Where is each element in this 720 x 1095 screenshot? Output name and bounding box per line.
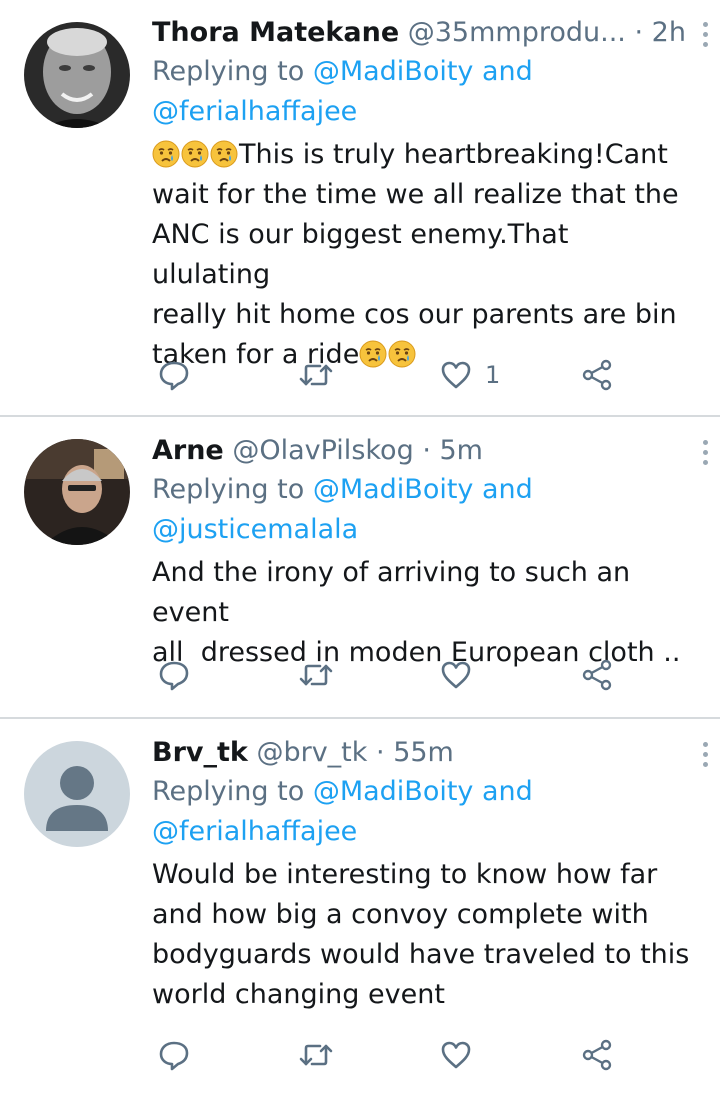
reply-button[interactable] (157, 1038, 191, 1072)
tweet-text-line: And the irony of arriving to such an eve… (152, 557, 631, 628)
tweet-text: This is truly heartbreaking!Cant wait fo… (152, 135, 690, 375)
tweet-header: Thora Matekane @35mmprodu... · 2h (152, 14, 690, 52)
separator-dot: · (422, 435, 431, 466)
retweet-icon (298, 1038, 334, 1072)
crying-face-emoji (181, 140, 209, 168)
crying-face-emoji (210, 140, 238, 168)
timestamp[interactable]: 55m (393, 737, 454, 768)
share-button[interactable] (580, 358, 614, 392)
replying-prefix: Replying to (152, 56, 313, 87)
tweet-text-line: bodyguards would have traveled to this (152, 939, 690, 970)
tweet-text-line: This is truly heartbreaking!Cant (239, 139, 668, 170)
crying-face-emoji (152, 140, 180, 168)
tweet-text: And the irony of arriving to such an eve… (152, 553, 690, 673)
replying-to: Replying to @MadiBoity and @justicemalal… (152, 470, 690, 550)
timestamp[interactable]: 5m (440, 435, 483, 466)
user-handle[interactable]: @brv_tk (256, 737, 367, 768)
like-button[interactable] (439, 658, 473, 692)
tweet-header: Brv_tk @brv_tk · 55m (152, 734, 690, 772)
tweet-actions (157, 658, 617, 692)
replying-and[interactable]: and (473, 776, 533, 807)
avatar[interactable] (24, 439, 130, 545)
reply-icon (157, 658, 191, 692)
reply-button[interactable] (157, 358, 191, 392)
mention-link[interactable]: @MadiBoity (313, 776, 474, 807)
tweet-text-line: Would be interesting to know how far (152, 859, 658, 890)
tweet-text: Would be interesting to know how far and… (152, 855, 690, 1015)
share-button[interactable] (580, 658, 614, 692)
display-name[interactable]: Brv_tk (152, 737, 248, 768)
share-button[interactable] (580, 1038, 614, 1072)
mention-link[interactable]: @MadiBoity (313, 474, 474, 505)
more-icon[interactable] (698, 440, 712, 470)
like-icon (439, 1038, 473, 1072)
tweet-body: Arne @OlavPilskog · 5m Replying to @Madi… (152, 432, 708, 673)
timestamp[interactable]: 2h (652, 17, 686, 48)
tweet-text-line: wait for the time we all realize that th… (152, 179, 679, 210)
retweet-icon (298, 658, 334, 692)
mention-link[interactable]: @justicemalala (152, 514, 358, 545)
replying-to: Replying to @MadiBoity and @ferialhaffaj… (152, 772, 690, 852)
like-icon (439, 358, 473, 392)
user-handle[interactable]: @35mmprodu... (408, 17, 626, 48)
reply-button[interactable] (157, 658, 191, 692)
tweet-thora-matekane[interactable]: Thora Matekane @35mmprodu... · 2h Replyi… (0, 0, 720, 415)
retweet-icon (298, 358, 334, 392)
replying-prefix: Replying to (152, 776, 313, 807)
share-icon (580, 358, 614, 392)
replying-and[interactable]: and (473, 56, 533, 87)
tweet-actions (157, 1038, 617, 1072)
tweet-text-line: ANC is our biggest enemy.That ululating (152, 219, 569, 290)
mention-link[interactable]: @ferialhaffajee (152, 96, 357, 127)
reply-icon (157, 358, 191, 392)
share-icon (580, 658, 614, 692)
like-icon (439, 658, 473, 692)
share-icon (580, 1038, 614, 1072)
tweet-text-line: and how big a convoy complete with (152, 899, 649, 930)
mention-link[interactable]: @MadiBoity (313, 56, 474, 87)
tweet-body: Thora Matekane @35mmprodu... · 2h Replyi… (152, 14, 708, 375)
like-button[interactable]: 1 (439, 358, 500, 392)
like-button[interactable] (439, 1038, 473, 1072)
replying-and[interactable]: and (473, 474, 533, 505)
avatar[interactable] (24, 741, 130, 847)
more-icon[interactable] (698, 742, 712, 772)
retweet-button[interactable] (298, 658, 334, 692)
user-handle[interactable]: @OlavPilskog (232, 435, 413, 466)
avatar[interactable] (24, 22, 130, 128)
display-name[interactable]: Thora Matekane (152, 17, 399, 48)
like-count: 1 (485, 361, 501, 389)
display-name[interactable]: Arne (152, 435, 224, 466)
tweet-text-line: really hit home cos our parents are bin (152, 299, 677, 330)
mention-link[interactable]: @ferialhaffajee (152, 816, 357, 847)
more-icon[interactable] (698, 22, 712, 52)
tweet-header: Arne @OlavPilskog · 5m (152, 432, 690, 470)
reply-icon (157, 1038, 191, 1072)
replying-to: Replying to @MadiBoity and @ferialhaffaj… (152, 52, 690, 132)
separator-dot: · (634, 17, 644, 48)
retweet-button[interactable] (298, 358, 334, 392)
retweet-button[interactable] (298, 1038, 334, 1072)
replying-prefix: Replying to (152, 474, 313, 505)
separator-dot: · (376, 737, 385, 768)
tweet-text-line: world changing event (152, 979, 445, 1010)
tweet-body: Brv_tk @brv_tk · 55m Replying to @MadiBo… (152, 734, 708, 1015)
tweet-actions: 1 (157, 358, 617, 392)
